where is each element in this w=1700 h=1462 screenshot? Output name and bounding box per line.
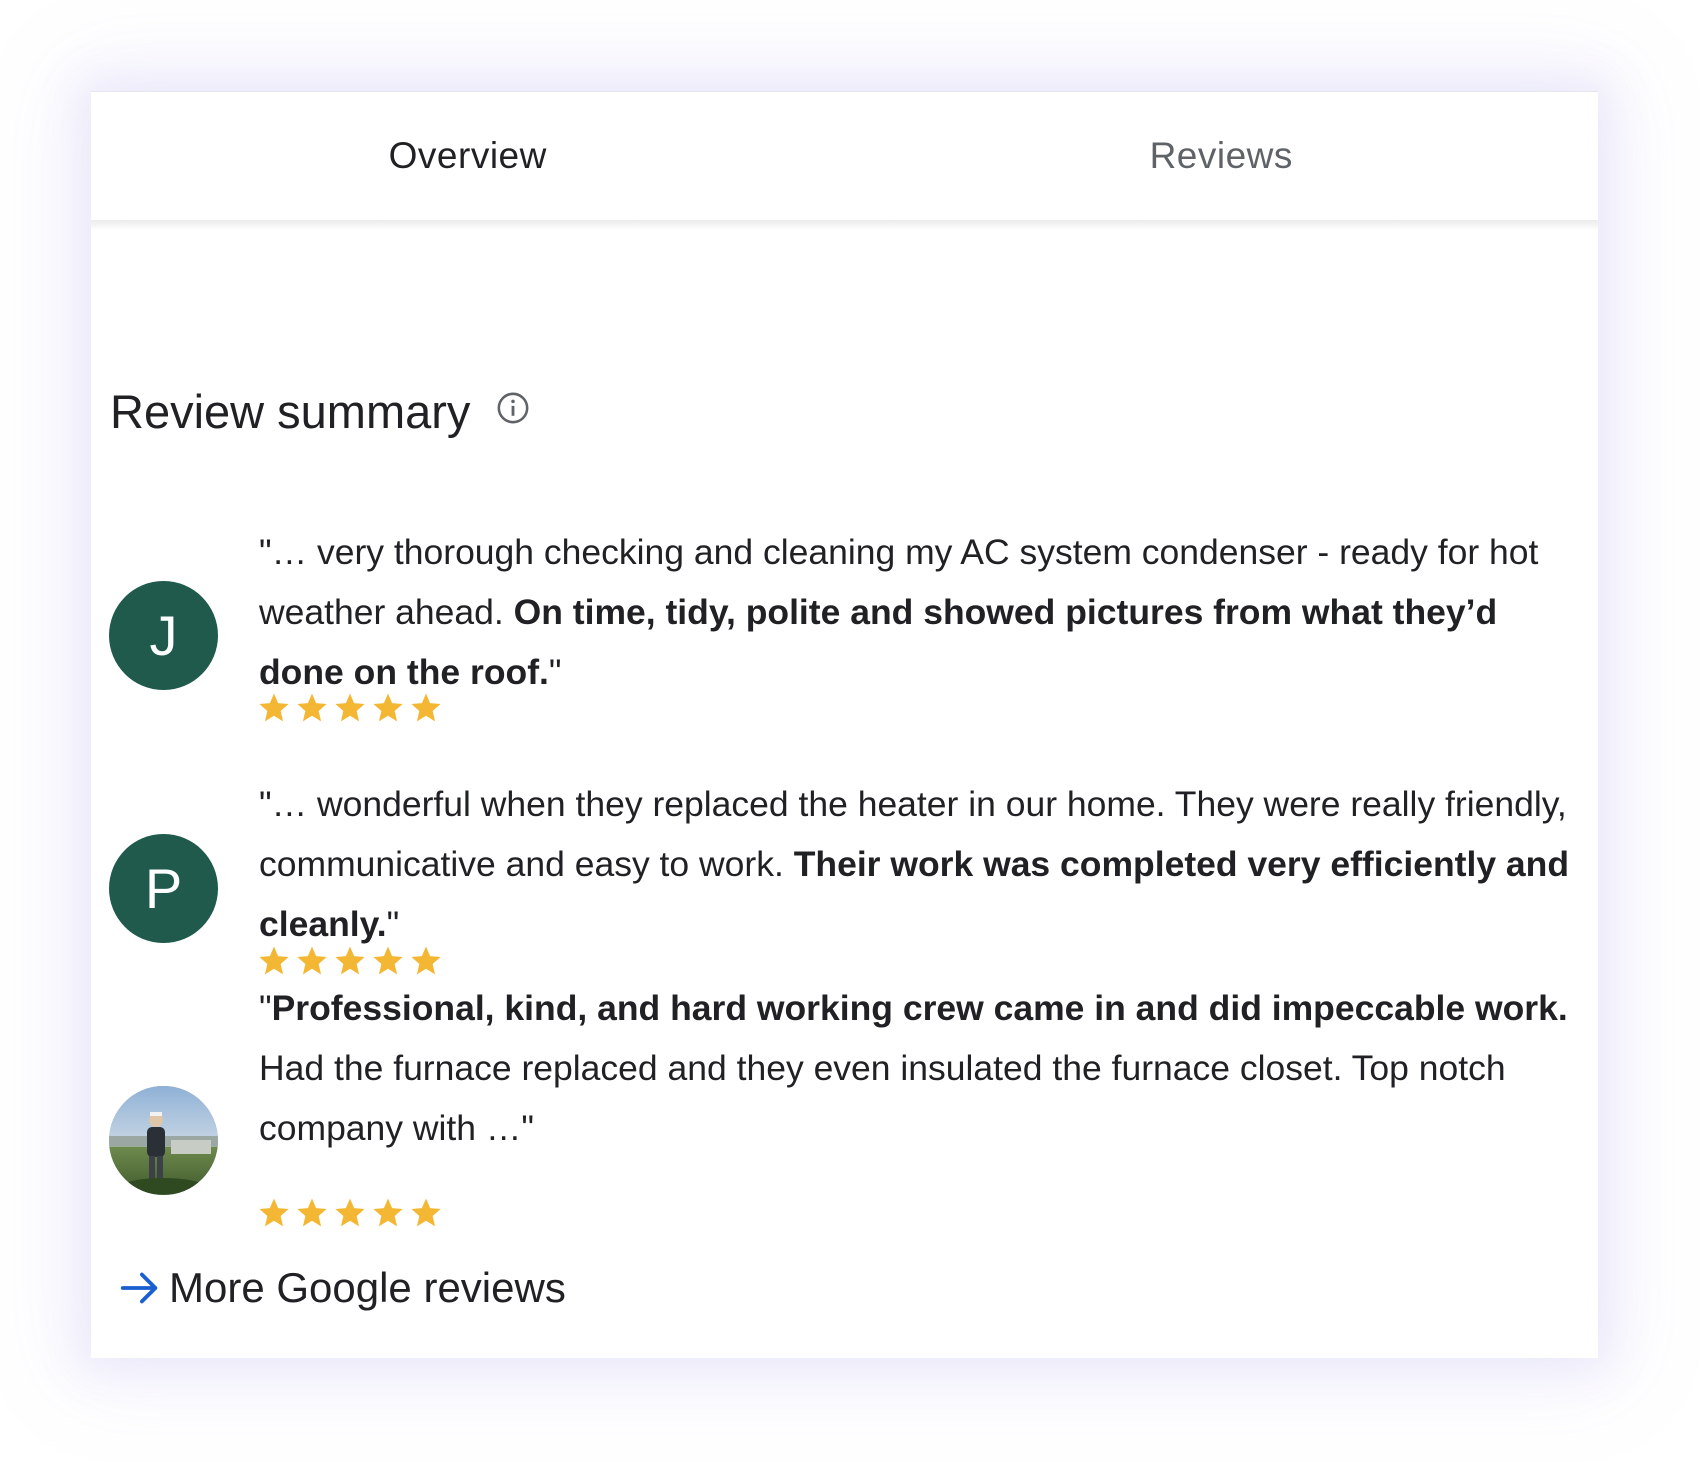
- star-icon: [373, 693, 403, 722]
- review-quote: "… wonderful when they replaced the heat…: [259, 774, 1579, 954]
- review-text-start: ": [259, 988, 272, 1028]
- star-icon: [411, 946, 441, 975]
- avatar-letter: J: [149, 604, 178, 667]
- star-rating: [257, 944, 443, 978]
- star-icon: [411, 1198, 441, 1227]
- avatar[interactable]: P: [109, 834, 218, 943]
- avatar[interactable]: J: [109, 581, 218, 690]
- star-icon: [335, 946, 365, 975]
- review-text-bold: Professional, kind, and hard working cre…: [271, 988, 1568, 1028]
- star-icon: [259, 693, 289, 722]
- star-icon: [373, 1198, 403, 1227]
- star-icon: [411, 693, 441, 722]
- more-google-reviews-link[interactable]: More Google reviews: [117, 1264, 566, 1312]
- person-outdoors-photo: [109, 1086, 218, 1195]
- tab-reviews[interactable]: Reviews: [845, 92, 1599, 220]
- star-rating: [257, 691, 443, 725]
- avatar-letter: P: [144, 857, 183, 920]
- star-icon: [297, 1198, 327, 1227]
- star-icon: [297, 946, 327, 975]
- star-icon: [259, 946, 289, 975]
- avatar-photo[interactable]: [109, 1086, 218, 1195]
- info-icon[interactable]: [496, 391, 530, 425]
- tab-overview[interactable]: Overview: [91, 92, 845, 226]
- tab-bar: Overview Reviews: [91, 92, 1598, 227]
- page: Overview Reviews Review summary J "… ver…: [0, 0, 1700, 1462]
- tab-overview-label: Overview: [388, 135, 547, 176]
- review-card: Overview Reviews Review summary J "… ver…: [91, 91, 1598, 1358]
- review-quote: "… very thorough checking and cleaning m…: [259, 522, 1579, 702]
- review-text-plain: Had the furnace replaced and they even i…: [259, 1048, 1506, 1148]
- star-icon: [335, 693, 365, 722]
- star-icon: [297, 693, 327, 722]
- arrow-right-icon: [120, 1272, 158, 1304]
- star-icon: [259, 1198, 289, 1227]
- more-google-reviews-label: More Google reviews: [169, 1264, 566, 1311]
- tab-divider: [91, 220, 1598, 230]
- star-icon: [335, 1198, 365, 1227]
- star-icon: [373, 946, 403, 975]
- review-quote: "Professional, kind, and hard working cr…: [259, 978, 1579, 1158]
- review-text-end: ": [548, 652, 562, 692]
- review-summary-header: Review summary: [110, 384, 530, 439]
- review-text-end: ": [386, 904, 400, 944]
- tab-reviews-label: Reviews: [1149, 135, 1293, 176]
- review-summary-title: Review summary: [110, 385, 471, 438]
- star-rating: [257, 1196, 443, 1230]
